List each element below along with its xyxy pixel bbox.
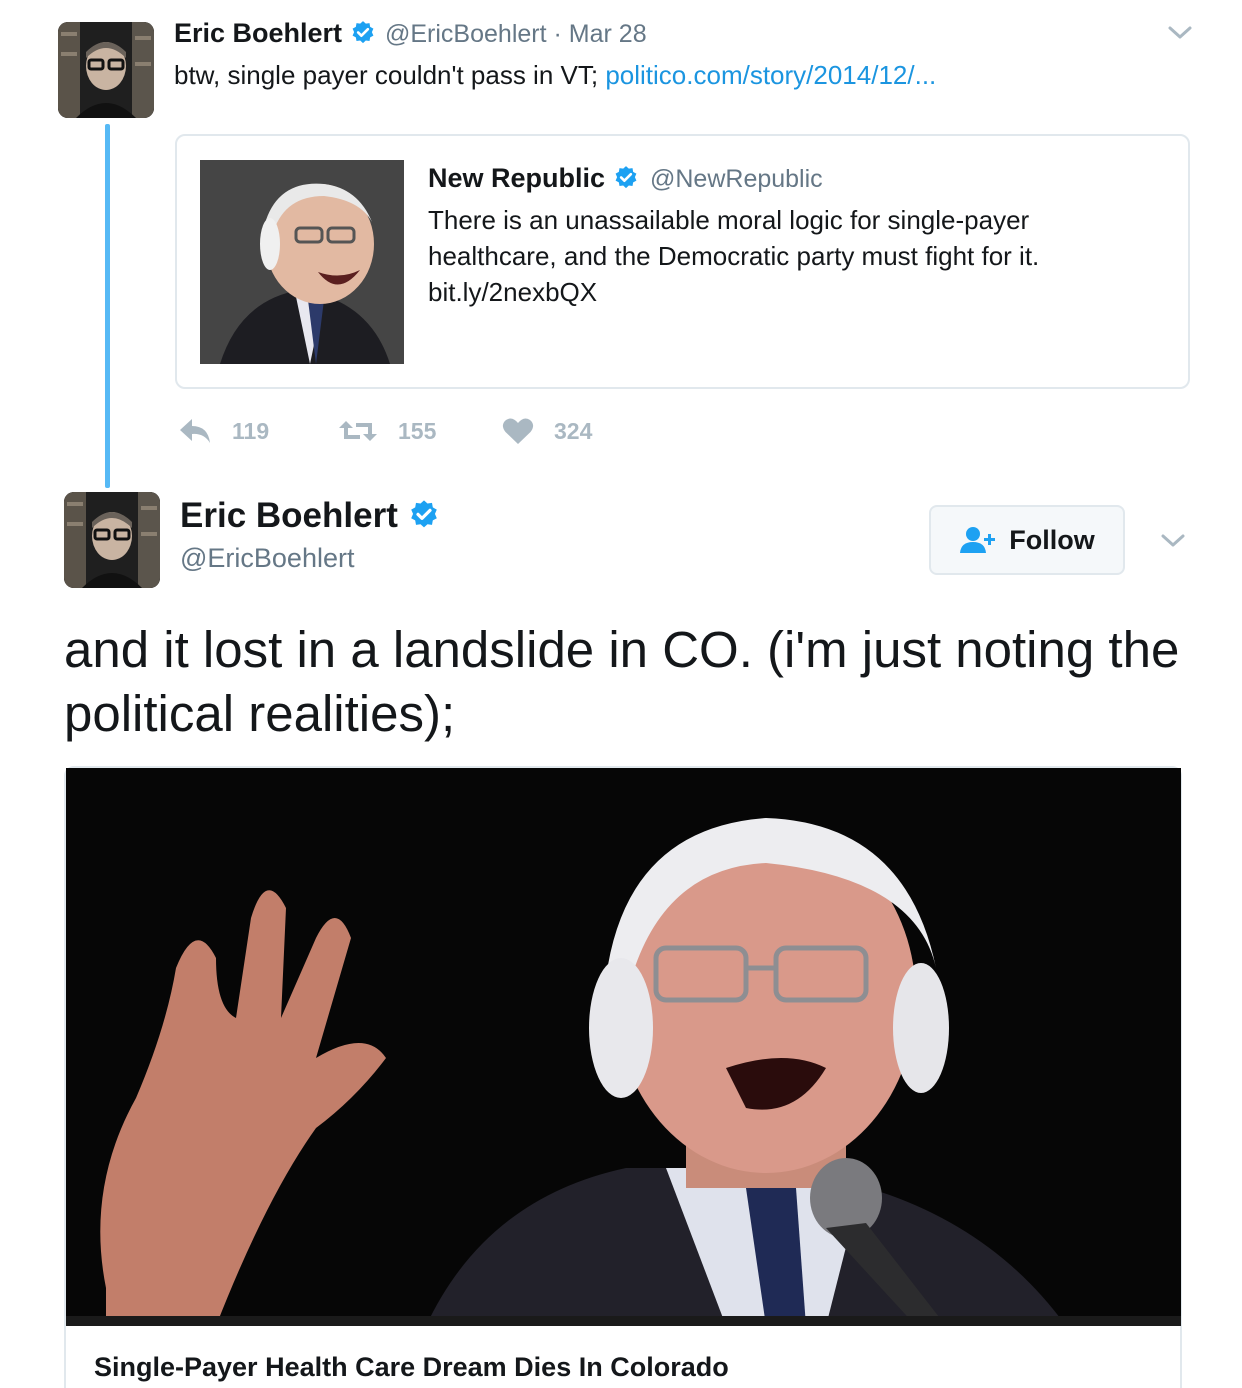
chevron-down-icon[interactable]	[1160, 530, 1186, 552]
avatar-photo	[58, 22, 154, 118]
author-handle-and-date[interactable]: @EricBoehlert · Mar 28	[385, 20, 647, 49]
reply-action[interactable]: 119	[178, 414, 269, 448]
verified-badge-icon	[410, 500, 437, 528]
quoted-link[interactable]: bit.ly/2nexbQX	[428, 274, 1148, 310]
quoted-author-handle[interactable]: @NewRepublic	[650, 165, 823, 194]
follow-label: Follow	[1009, 524, 1095, 555]
bernie-smiling-photo	[200, 160, 404, 364]
follow-button[interactable]: Follow	[929, 505, 1125, 575]
chevron-down-icon[interactable]	[1167, 22, 1193, 44]
thread-connector	[105, 124, 110, 488]
separator: ·	[553, 20, 562, 48]
author-name[interactable]: Eric Boehlert	[174, 18, 376, 49]
retweet-count: 155	[398, 417, 437, 444]
quoted-tweet-text: There is an unassailable moral logic for…	[428, 202, 1148, 310]
tweet-date[interactable]: Mar 28	[569, 20, 647, 48]
avatar[interactable]	[58, 22, 154, 118]
tweet-text: and it lost in a landslide in CO. (i'm j…	[64, 621, 1180, 742]
reply-icon	[180, 419, 210, 443]
link-card-title[interactable]: Single-Payer Health Care Dream Dies In C…	[94, 1352, 729, 1383]
link-card-image[interactable]	[66, 768, 1181, 1326]
reply-count: 119	[232, 417, 270, 444]
avatar[interactable]	[64, 492, 160, 588]
retweet-icon	[339, 421, 377, 441]
retweet-action[interactable]: 155	[338, 414, 436, 448]
add-user-icon	[960, 527, 996, 553]
quoted-tweet-image[interactable]	[200, 160, 404, 364]
author-handle[interactable]: @EricBoehlert	[180, 543, 354, 574]
avatar-photo	[64, 492, 160, 588]
quoted-author-name[interactable]: New Republic	[428, 163, 639, 194]
like-count: 324	[554, 417, 593, 444]
like-action[interactable]: 324	[502, 414, 592, 448]
bernie-speaking-photo	[66, 768, 1181, 1326]
tweet-link[interactable]: politico.com/story/2014/12/...	[605, 60, 936, 90]
author-name[interactable]: Eric Boehlert	[180, 496, 440, 536]
author-handle[interactable]: @EricBoehlert	[385, 20, 547, 48]
verified-badge-icon	[352, 21, 373, 44]
heart-icon	[502, 418, 534, 444]
verified-badge-icon	[615, 166, 636, 189]
tweet-text: btw, single payer couldn't pass in VT; p…	[174, 60, 937, 90]
